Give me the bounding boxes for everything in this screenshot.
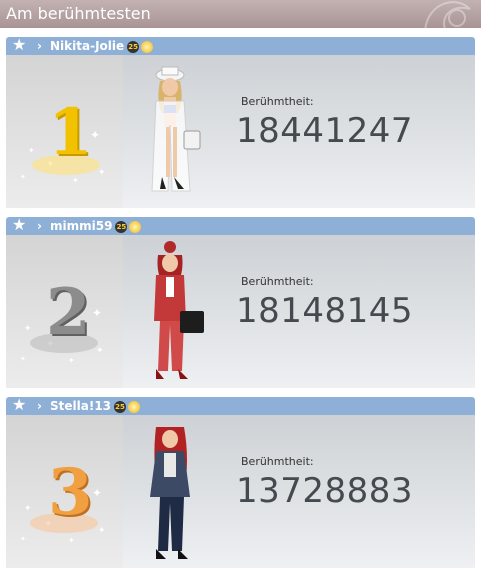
star-icon[interactable]: ★ [12,216,26,234]
rank-number: 2 [46,275,91,350]
avatar[interactable] [134,421,214,565]
svg-text:✦: ✦ [92,306,102,320]
rank-badge: ✦✦ ✦✦ ✦✦ 3 [6,415,123,568]
rank-number: 1 [48,95,93,170]
vip-icon [128,400,141,413]
vip-icon [141,40,154,53]
rank-badge: ✦✦ ✦✦ ✦✦ 2 [6,235,123,388]
fame-value: 18441247 [236,111,414,151]
username-link[interactable]: Stella!13 [50,399,111,413]
entry-header: ★ › Nikita-Jolie 25 [6,36,475,55]
svg-text:✦: ✦ [20,535,26,543]
section-header: Am berühmtesten [0,0,481,28]
entry-body: ✦✦ ✦✦ ✦✦ 2 Berühmtheit: 18148145 [6,235,475,388]
chevron-right-icon: › [37,219,42,233]
svg-text:✦: ✦ [96,346,104,356]
svg-text:✦: ✦ [24,324,32,334]
rank-badge: ✦✦ ✦✦ ✦✦ 1 [6,55,123,208]
svg-text:✦: ✦ [24,504,32,514]
svg-text:✦: ✦ [20,173,26,181]
svg-text:✦: ✦ [98,168,106,178]
chevron-right-icon: › [37,39,42,53]
fame-label: Berühmtheit: [241,95,314,108]
fame-value: 13728883 [236,471,414,511]
entry-body: ✦✦ ✦✦ ✦✦ 3 Berühmtheit: 13728883 [6,415,475,568]
flourish-decoration [424,1,471,28]
entry-header: ★ › mimmi59 25 [6,216,475,235]
chevron-right-icon: › [37,399,42,413]
level-badge: 25 [114,400,127,413]
avatar[interactable] [134,241,214,385]
username-link[interactable]: Nikita-Jolie [50,39,124,53]
avatar[interactable] [134,61,214,205]
section-title: Am berühmtesten [6,4,151,23]
svg-text:✦: ✦ [68,536,75,545]
username-link[interactable]: mimmi59 [50,219,112,233]
star-icon[interactable]: ★ [12,396,26,414]
level-badge: 25 [115,220,128,233]
svg-text:✦: ✦ [72,176,79,185]
level-badge: 25 [127,40,140,53]
fame-label: Berühmtheit: [241,455,314,468]
vip-icon [129,220,142,233]
entry-body: ✦✦ ✦✦ ✦✦ 1 Berühmtheit: 18441247 [6,55,475,208]
svg-text:✦: ✦ [98,526,106,536]
svg-text:✦: ✦ [28,146,35,155]
svg-text:✦: ✦ [68,356,75,365]
svg-text:✦: ✦ [92,486,102,500]
svg-text:✦: ✦ [20,355,26,363]
fame-value: 18148145 [236,291,414,331]
entry-header: ★ › Stella!13 25 [6,396,475,415]
fame-label: Berühmtheit: [241,275,314,288]
star-icon[interactable]: ★ [12,36,26,54]
rank-number: 3 [48,455,93,530]
